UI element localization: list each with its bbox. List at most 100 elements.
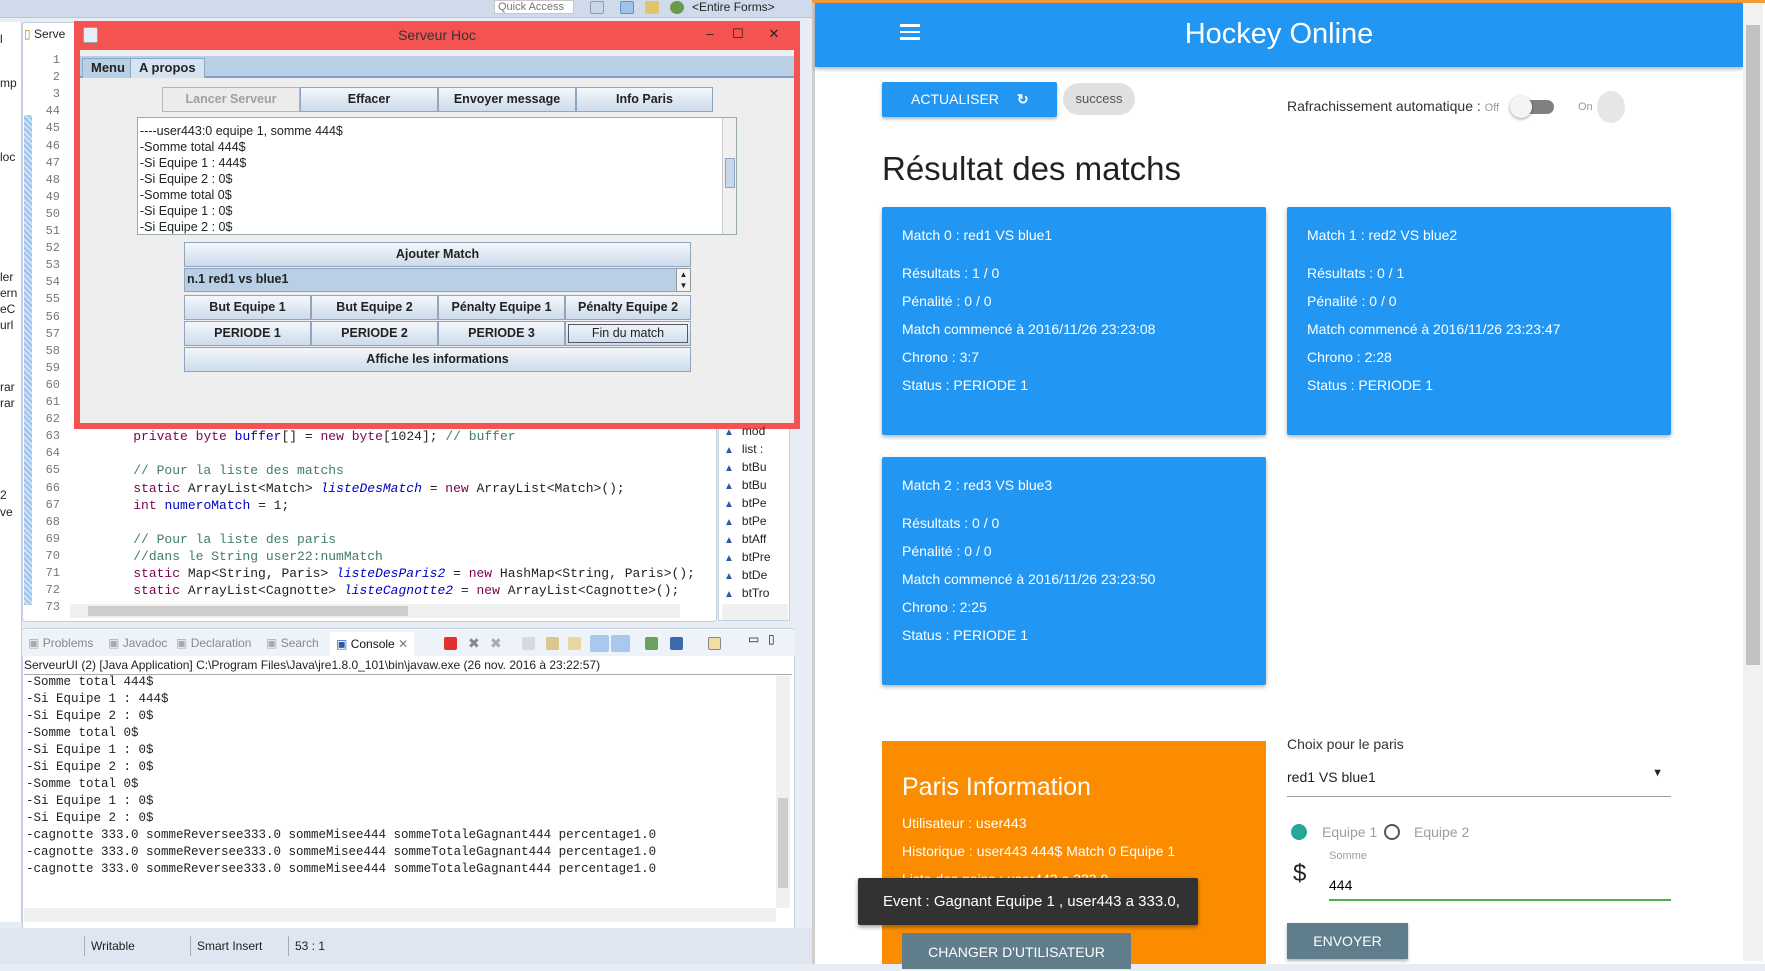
- affiche-informations-button[interactable]: Affiche les informations: [184, 347, 691, 372]
- radio-equipe-1[interactable]: [1291, 824, 1307, 840]
- remove-launch-icon[interactable]: ✖: [468, 636, 481, 650]
- window-maximize-button[interactable]: ☐: [726, 22, 750, 46]
- match-select[interactable]: red1 VS blue1 ▼: [1287, 765, 1671, 797]
- actualiser-button[interactable]: ACTUALISER ↻: [882, 82, 1057, 117]
- code-line[interactable]: //dans le String user22:numMatch: [102, 548, 383, 565]
- pin-console-icon[interactable]: [645, 637, 658, 650]
- outline-item[interactable]: ▲ mod: [724, 422, 765, 440]
- envoyer-button[interactable]: ENVOYER: [1287, 923, 1408, 959]
- outline-scrollbar[interactable]: [722, 604, 788, 620]
- console-horizontal-scrollbar[interactable]: [24, 908, 776, 922]
- window-close-button[interactable]: ✕: [762, 22, 786, 46]
- close-tab-icon[interactable]: ✕: [398, 637, 408, 651]
- package-explorer-item[interactable]: rar: [0, 396, 20, 410]
- tab-a-propos[interactable]: A propos: [130, 58, 205, 78]
- envoyer-message-button[interactable]: Envoyer message: [438, 87, 576, 112]
- outline-item[interactable]: ▲ btPe: [724, 494, 767, 512]
- console-tab-javadoc[interactable]: ▣ Javadoc: [108, 636, 167, 650]
- outline-item[interactable]: ▲ btDe: [724, 566, 767, 584]
- package-explorer-item[interactable]: ler: [0, 270, 20, 284]
- clear-console-icon[interactable]: [522, 637, 535, 650]
- period-button[interactable]: PERIODE 2: [311, 321, 438, 346]
- outline-item[interactable]: ▲ btPe: [724, 512, 767, 530]
- debug-bug-icon[interactable]: [670, 1, 684, 14]
- terminate-icon[interactable]: [444, 637, 457, 650]
- package-explorer-item[interactable]: ern: [0, 286, 20, 300]
- info-paris-button[interactable]: Info Paris: [576, 87, 713, 112]
- outline-item[interactable]: ▲ btAff: [724, 530, 766, 548]
- code-token: static: [133, 480, 181, 496]
- minimize-icon[interactable]: ▭: [748, 632, 759, 646]
- goal-button[interactable]: But Equipe 2: [311, 295, 438, 320]
- match-penalty: Pénalité : 0 / 0: [1307, 293, 1397, 309]
- outline-item[interactable]: ▲ btTro: [724, 584, 769, 602]
- outline-item-label: btPe: [741, 514, 767, 528]
- show-stderr-icon[interactable]: [611, 635, 630, 652]
- code-line[interactable]: private byte buffer[] = new byte[1024]; …: [102, 428, 515, 445]
- show-stdout-icon[interactable]: [590, 635, 609, 652]
- log-line: -Somme total 0$: [140, 188, 232, 202]
- scroll-lock-icon[interactable]: [546, 637, 559, 650]
- code-line[interactable]: // Pour la liste des paris: [102, 531, 336, 548]
- console-tab-problems[interactable]: ▣ Problems: [28, 636, 93, 650]
- somme-input[interactable]: [1329, 871, 1671, 901]
- open-console-icon[interactable]: [708, 637, 721, 650]
- editor-horizontal-scrollbar[interactable]: [70, 604, 680, 618]
- status-insert-mode: Smart Insert: [190, 936, 262, 956]
- hierarchy-icon[interactable]: [645, 1, 659, 14]
- code-line[interactable]: // Pour la liste des matchs: [102, 462, 344, 479]
- goal-button[interactable]: Pénalty Equipe 2: [565, 295, 691, 320]
- problems-icon: ▣: [28, 636, 40, 650]
- match-spinner[interactable]: n.1 red1 vs blue1: [184, 268, 691, 292]
- package-explorer-item[interactable]: eC: [0, 302, 20, 316]
- java-perspective-icon[interactable]: [620, 1, 634, 14]
- outline-item[interactable]: ▲ btBu: [724, 458, 767, 476]
- textarea-scrollbar[interactable]: [722, 118, 736, 234]
- display-console-icon[interactable]: [670, 637, 683, 650]
- console-tab-console[interactable]: ▣ Console ✕: [330, 632, 415, 656]
- ajouter-match-button[interactable]: Ajouter Match: [184, 242, 691, 267]
- perspective-label[interactable]: <Entire Forms>: [692, 0, 775, 14]
- auto-refresh-label: Rafrachissement automatique : Off: [1287, 98, 1499, 114]
- package-explorer-item[interactable]: loc: [0, 150, 20, 164]
- package-explorer-item[interactable]: url: [0, 318, 20, 332]
- package-explorer-item[interactable]: ve: [0, 505, 20, 519]
- lancer-serveur-button[interactable]: Lancer Serveur: [162, 87, 300, 112]
- period-button[interactable]: PERIODE 1: [184, 321, 311, 346]
- window-minimize-button[interactable]: –: [698, 22, 722, 46]
- code-line[interactable]: static ArrayList<Cagnotte> listeCagnotte…: [102, 582, 679, 599]
- match-result: Résultats : 0 / 1: [1307, 265, 1405, 281]
- console-vertical-scrollbar[interactable]: [776, 676, 790, 908]
- open-type-icon[interactable]: [590, 1, 604, 14]
- console-tab-declaration[interactable]: ▣ Declaration: [176, 636, 251, 650]
- match-start: Match commencé à 2016/11/26 23:23:47: [1307, 321, 1561, 337]
- package-explorer-item[interactable]: l: [0, 32, 20, 46]
- effacer-button[interactable]: Effacer: [300, 87, 438, 112]
- code-line[interactable]: int numeroMatch = 1;: [102, 497, 289, 514]
- word-wrap-icon[interactable]: [568, 637, 581, 650]
- goal-button[interactable]: But Equipe 1: [184, 295, 311, 320]
- outline-item[interactable]: ▲ btBu: [724, 476, 767, 494]
- match-penalty: Pénalité : 0 / 0: [902, 293, 992, 309]
- package-explorer-item[interactable]: rar: [0, 380, 20, 394]
- code-line[interactable]: static ArrayList<Match> listeDesMatch = …: [102, 480, 625, 497]
- remove-all-icon[interactable]: ✖: [490, 636, 503, 650]
- bet-choice-label: Choix pour le paris: [1287, 736, 1404, 752]
- goal-button[interactable]: Pénalty Equipe 1: [438, 295, 565, 320]
- auto-refresh-toggle[interactable]: [1510, 96, 1554, 118]
- tab-menu[interactable]: Menu: [82, 58, 134, 78]
- package-explorer-item[interactable]: 2: [0, 488, 20, 502]
- spinner-arrows[interactable]: ▲ ▼: [676, 268, 691, 292]
- outline-item[interactable]: ▲ btPre: [724, 548, 771, 566]
- period-button[interactable]: Fin du match: [565, 321, 691, 346]
- console-tab-search[interactable]: ▣ Search: [266, 636, 319, 650]
- outline-item[interactable]: ▲ list :: [724, 440, 763, 458]
- page-scrollbar[interactable]: [1743, 3, 1763, 961]
- line-number: 58: [45, 343, 60, 358]
- quick-access-input[interactable]: Quick Access: [494, 0, 574, 14]
- package-explorer-item[interactable]: mp: [0, 76, 20, 90]
- radio-equipe-2[interactable]: [1384, 824, 1400, 840]
- maximize-icon[interactable]: ▯: [768, 632, 775, 646]
- code-line[interactable]: static Map<String, Paris> listeDesParis2…: [102, 565, 695, 582]
- period-button[interactable]: PERIODE 3: [438, 321, 565, 346]
